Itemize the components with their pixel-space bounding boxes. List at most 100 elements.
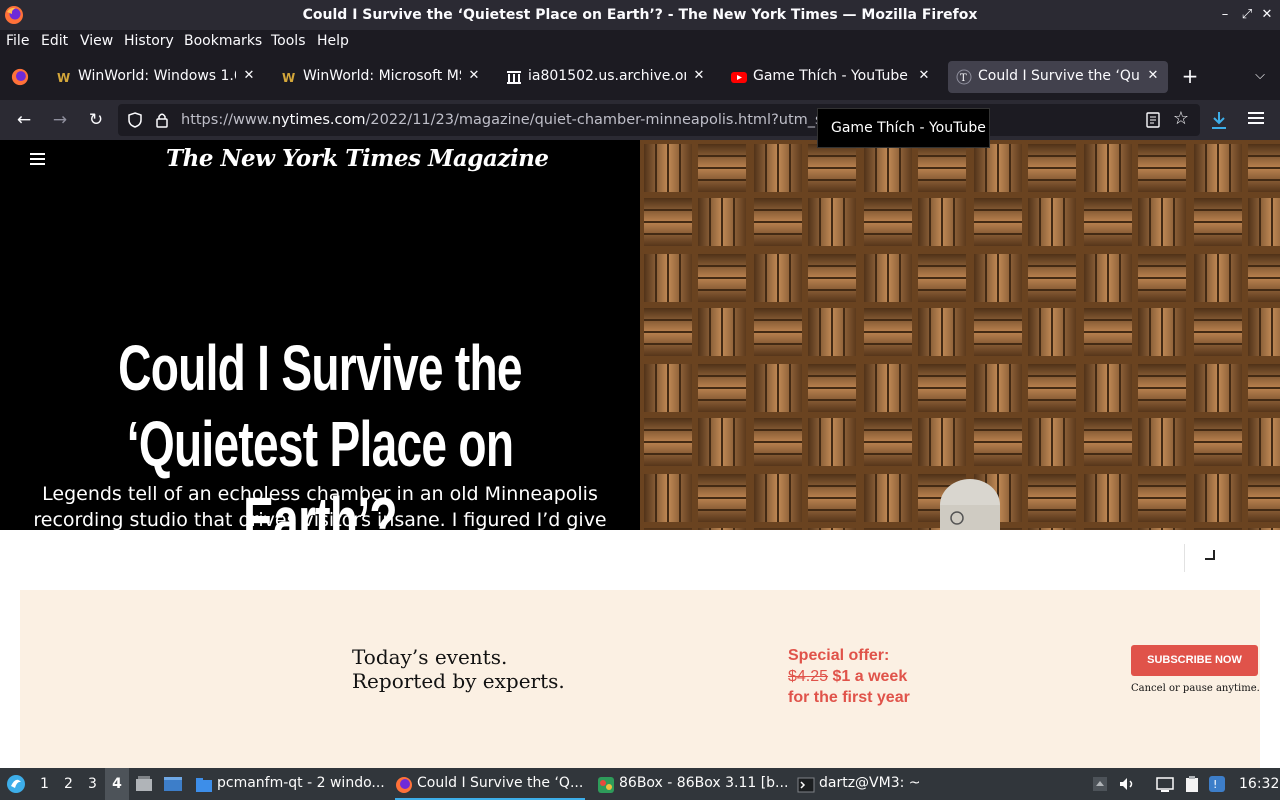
tab-winworld-msdos[interactable]: W WinWorld: Microsoft MS-D ✕ — [273, 61, 489, 93]
youtube-icon — [731, 72, 747, 83]
maximize-icon[interactable]: ⤢ — [1238, 6, 1256, 24]
close-tab-icon[interactable]: ✕ — [915, 67, 933, 85]
close-tab-icon[interactable]: ✕ — [465, 67, 483, 85]
promo-tagline-line-1: Today’s events. — [352, 645, 508, 669]
terminal-icon — [797, 777, 815, 793]
new-tab-icon[interactable]: + — [1180, 66, 1200, 86]
folder-icon — [196, 778, 212, 792]
url-bar[interactable]: https://www.nytimes.com/2022/11/23/magaz… — [118, 104, 1200, 136]
close-tab-icon[interactable]: ✕ — [1144, 67, 1162, 85]
network-icon[interactable] — [1156, 775, 1174, 793]
subscribe-now-button[interactable]: SUBSCRIBE NOW — [1131, 645, 1258, 676]
bookmark-star-icon[interactable]: ☆ — [1171, 108, 1191, 130]
volume-icon[interactable] — [1118, 775, 1136, 793]
minimize-icon[interactable]: – — [1216, 6, 1234, 24]
svg-text:T: T — [960, 73, 967, 84]
task-label: 86Box - 86Box 3.11 [b... — [619, 775, 787, 791]
nyt-icon: T — [956, 69, 972, 85]
archive-icon — [507, 71, 521, 84]
task-pcmanfm[interactable]: pcmanfm-qt - 2 windo... — [195, 768, 385, 800]
site-menu-icon[interactable] — [30, 153, 45, 165]
forward-arrow-icon[interactable]: → — [48, 108, 72, 132]
tab-tooltip: Game Thích - YouTube — [817, 108, 990, 148]
anechoic-chamber-image — [640, 140, 1280, 530]
reader-view-icon[interactable] — [1145, 112, 1161, 128]
tab-label: Could I Survive the ‘Quie — [978, 68, 1140, 84]
workspace-4-active[interactable]: 4 — [105, 768, 129, 800]
menu-tools[interactable]: Tools — [271, 33, 306, 49]
ad-choices-icon[interactable] — [1205, 550, 1215, 560]
tray-expand-icon[interactable] — [1091, 775, 1109, 793]
hero-image-anechoic-chamber — [640, 140, 1280, 530]
menu-help[interactable]: Help — [317, 33, 349, 49]
app-menu-icon[interactable] — [1246, 109, 1266, 129]
menu-edit[interactable]: Edit — [41, 33, 68, 49]
firefox-view-icon[interactable] — [11, 68, 29, 86]
cancel-note: Cancel or pause anytime. — [1131, 683, 1260, 694]
back-arrow-icon[interactable]: ← — [12, 108, 36, 132]
menu-file[interactable]: File — [6, 33, 29, 49]
promo-tagline: Today’s events. Reported by experts. — [352, 645, 565, 693]
tab-nytimes-active[interactable]: T Could I Survive the ‘Quie ✕ — [948, 61, 1168, 93]
clipboard-icon[interactable] — [1183, 775, 1201, 793]
tracking-shield-icon[interactable] — [127, 112, 143, 128]
url-path: /2022/11/23/magazine/quiet-chamber-minne… — [365, 112, 841, 128]
winworld-icon: W — [281, 69, 297, 85]
task-firefox[interactable]: Could I Survive the ‘Q... — [395, 768, 585, 800]
svg-text:!: ! — [1213, 778, 1217, 791]
old-price: $4.25 — [788, 668, 829, 685]
tab-winworld-windows[interactable]: W WinWorld: Windows 1.0 D ✕ — [48, 61, 264, 93]
new-price: $1 a week — [832, 668, 908, 685]
start-menu-icon[interactable] — [6, 774, 26, 794]
tab-archive[interactable]: ia801502.us.archive.org/ ✕ — [498, 61, 714, 93]
downloads-icon[interactable] — [1210, 110, 1228, 130]
menu-view[interactable]: View — [80, 33, 113, 49]
menu-history[interactable]: History — [124, 33, 174, 49]
page-content: The New York Times Magazine Could I Surv… — [0, 140, 1280, 768]
close-window-icon[interactable]: ✕ — [1258, 6, 1276, 24]
menu-bookmarks[interactable]: Bookmarks — [184, 33, 262, 49]
reload-icon[interactable]: ↻ — [84, 108, 108, 132]
winworld-icon: W — [56, 69, 72, 85]
firefox-icon — [396, 777, 412, 793]
window-switch-icon[interactable] — [163, 775, 183, 793]
tab-youtube[interactable]: Game Thích - YouTube ✕ — [723, 61, 939, 93]
tab-label: Game Thích - YouTube — [753, 68, 908, 84]
url-prefix: https://www. — [181, 112, 272, 128]
workspace-3[interactable]: 3 — [88, 776, 97, 792]
url-domain: nytimes.com — [271, 112, 366, 128]
workspace-2[interactable]: 2 — [64, 776, 73, 792]
task-label: pcmanfm-qt - 2 windo... — [217, 775, 385, 791]
special-offer: Special offer: $4.25 $1 a week for the f… — [788, 645, 910, 708]
deck-line-1: Legends tell of an echoless chamber in a… — [42, 483, 598, 505]
offer-price: $4.25 $1 a week — [788, 666, 910, 687]
offer-term: for the first year — [788, 689, 910, 706]
tab-label: ia801502.us.archive.org/ — [528, 68, 686, 84]
list-tabs-chevron-icon[interactable]: ⌵ — [1250, 66, 1270, 86]
workspace-1[interactable]: 1 — [40, 776, 49, 792]
86box-icon — [598, 777, 614, 793]
tab-label: WinWorld: Microsoft MS-D — [303, 68, 461, 84]
hero-text-panel: The New York Times Magazine Could I Surv… — [0, 140, 640, 530]
tab-bar: W WinWorld: Windows 1.0 D ✕ W WinWorld: … — [0, 54, 1280, 146]
lock-icon[interactable] — [155, 112, 169, 128]
headline-line-1: Could I Survive the — [118, 332, 522, 404]
menu-bar: File Edit View History Bookmarks Tools H… — [0, 30, 1280, 54]
close-tab-icon[interactable]: ✕ — [690, 67, 708, 85]
task-label: dartz@VM3: ~ — [819, 775, 921, 791]
promo-tagline-line-2: Reported by experts. — [352, 669, 565, 693]
system-clock[interactable]: 16:32 — [1239, 776, 1279, 792]
task-86box[interactable]: 86Box - 86Box 3.11 [b... — [597, 768, 787, 800]
offer-title: Special offer: — [788, 647, 890, 664]
notification-icon[interactable]: ! — [1208, 775, 1226, 793]
window-titlebar: Could I Survive the ‘Quietest Place on E… — [0, 0, 1280, 30]
site-masthead[interactable]: The New York Times Magazine — [166, 145, 549, 172]
tooltip-text: Game Thích - YouTube — [831, 120, 986, 136]
navigation-bar: ← → ↻ https://www.nytimes.com/2022/11/23… — [0, 100, 1280, 140]
task-terminal[interactable]: dartz@VM3: ~ — [797, 768, 987, 800]
ad-divider — [1184, 544, 1185, 572]
show-desktop-icon[interactable] — [135, 775, 153, 793]
ad-spacer — [0, 530, 1280, 590]
close-tab-icon[interactable]: ✕ — [240, 67, 258, 85]
tab-label: WinWorld: Windows 1.0 D — [78, 68, 236, 84]
